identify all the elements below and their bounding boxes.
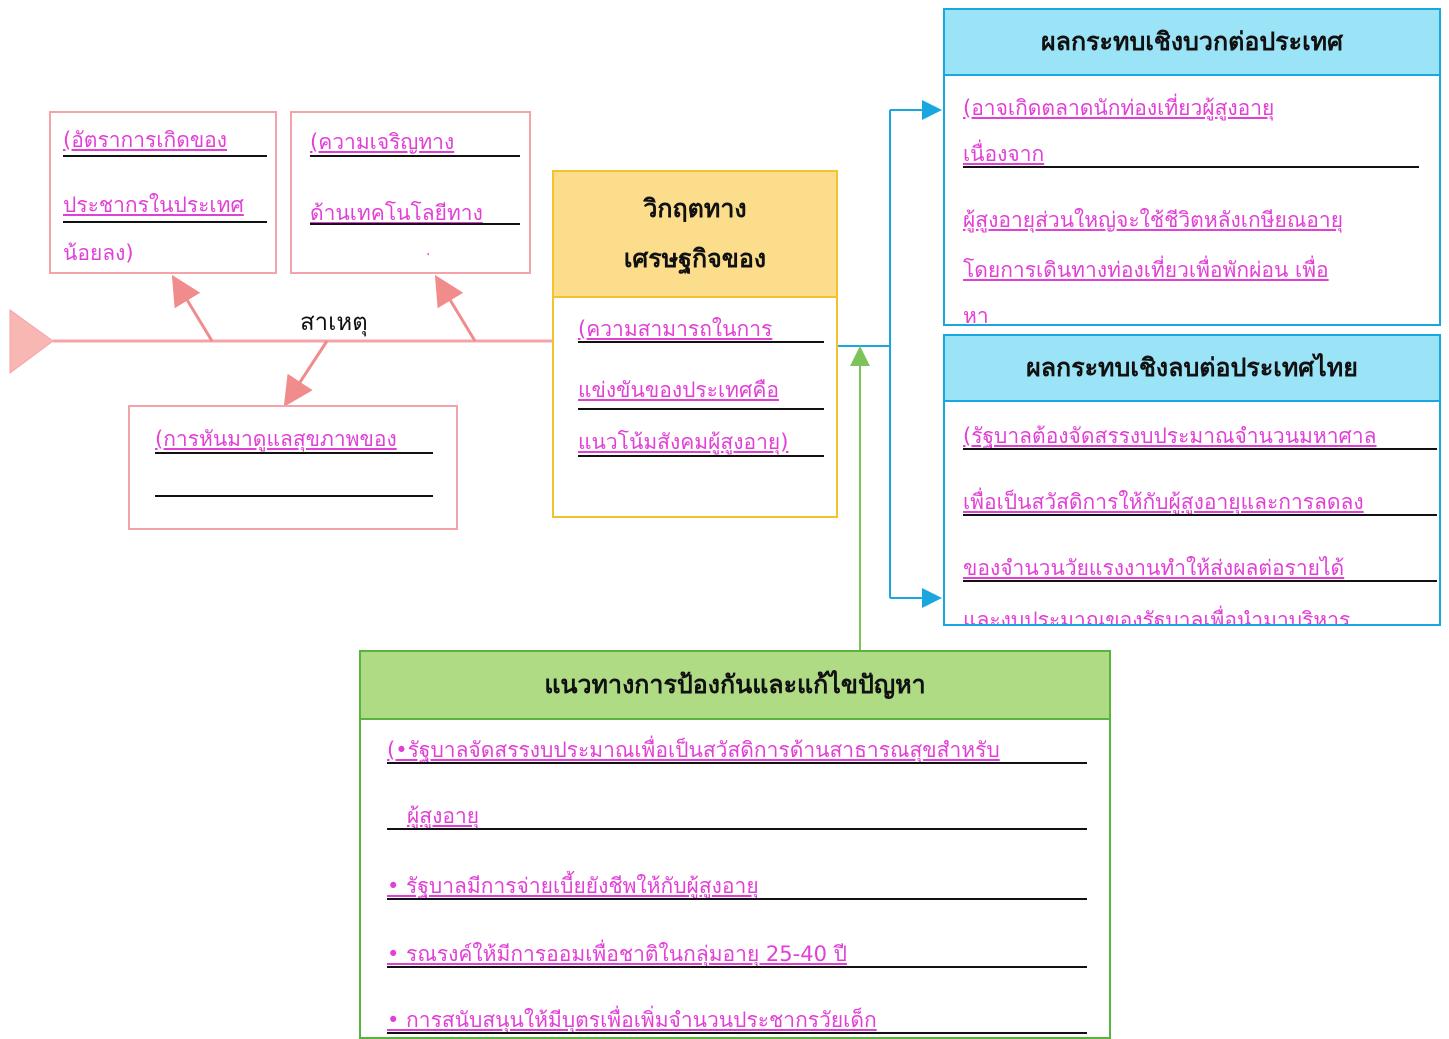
solution-line-2: ผู้สูงอายุ <box>407 804 480 828</box>
negative-line-2: เพื่อเป็นสวัสดิการให้กับผู้สูงอายุและการ… <box>963 490 1364 514</box>
cause-1-line-2: ประชากรในประเทศ <box>63 193 244 217</box>
positive-line-1: (อาจเกิดตลาดนักท่องเที่ยวผู้สูงอายุ <box>963 96 1275 120</box>
positive-line-5: หา <box>963 304 989 326</box>
problem-line-2: แข่งขันของประเทศคือ <box>578 378 779 402</box>
problem-title-line-2: เศรษฐกิจของ <box>623 244 767 273</box>
cause-box-1: (อัตราการเกิดของ ประชากรในประเทศ น้อยลง) <box>49 111 277 274</box>
cause-1-line-1: (อัตราการเกิดของ <box>63 128 228 152</box>
cause-box-2: (ความเจริญทาง ด้านเทคโนโลยีทาง . <box>290 111 531 274</box>
solution-title: แนวทางการป้องกันและแก้ไขปัญหา <box>361 652 1109 720</box>
cause-3-line-1: (การหันมาดูแลสุขภาพของ <box>155 427 397 451</box>
problem-title-line-1: วิกฤตทาง <box>643 194 747 223</box>
negative-line-1: (รัฐบาลต้องจัดสรรงบประมาณจำนวนมหาศาล <box>963 424 1377 448</box>
solution-box: แนวทางการป้องกันและแก้ไขปัญหา (•รัฐบาลจั… <box>359 650 1111 1039</box>
cause-1-line-3: น้อยลง) <box>63 241 134 265</box>
cause-box-3: (การหันมาดูแลสุขภาพของ <box>128 405 458 530</box>
cause-2-line-3: . <box>426 243 431 259</box>
problem-header: วิกฤตทาง เศรษฐกิจของ <box>554 172 836 298</box>
bone-to-cause-2 <box>434 274 477 342</box>
problem-box: วิกฤตทาง เศรษฐกิจของ (ความสามารถในการ แข… <box>552 170 838 518</box>
problem-line-3: แนวโน้มสังคมผู้สูงอายุ) <box>578 430 789 454</box>
positive-line-4: โดยการเดินทางท่องเที่ยวเพื่อพักผ่อน เพื่… <box>963 258 1329 282</box>
problem-line-1: (ความสามารถในการ <box>578 317 773 341</box>
solution-line-4: • รณรงค์ให้มีการออมเพื่อชาติในกลุ่มอายุ … <box>387 942 847 966</box>
cause-2-line-1: (ความเจริญทาง <box>310 130 455 154</box>
negative-effect-box: ผลกระทบเชิงลบต่อประเทศไทย (รัฐบาลต้องจัด… <box>943 334 1441 626</box>
negative-line-4: และงบประมาณของรัฐบาลเพื่อนำมาบริหาร <box>963 608 1351 626</box>
bone-to-cause-1 <box>171 274 214 342</box>
positive-line-3: ผู้สูงอายุส่วนใหญ่จะใช้ชีวิตหลังเกษียณอา… <box>963 208 1344 232</box>
solution-line-3: • รัฐบาลมีการจ่ายเบี้ยยังชีพให้กับผู้สูง… <box>387 874 759 898</box>
cause-label: สาเหตุ <box>300 308 368 336</box>
positive-effect-title: ผลกระทบเชิงบวกต่อประเทศ <box>945 10 1439 76</box>
negative-effect-title: ผลกระทบเชิงลบต่อประเทศไทย <box>945 336 1439 402</box>
solution-line-1: (•รัฐบาลจัดสรรงบประมาณเพื่อเป็นสวัสดิการ… <box>387 738 1000 762</box>
solution-line-5: • การสนับสนุนให้มีบุตรเพื่อเพิ่มจำนวนประ… <box>387 1008 877 1032</box>
positive-effect-box: ผลกระทบเชิงบวกต่อประเทศ (อาจเกิดตลาดนักท… <box>943 8 1441 326</box>
fishbone-tail <box>9 309 54 374</box>
bone-to-cause-3 <box>283 340 329 408</box>
negative-line-3: ของจำนวนวัยแรงงานทำให้ส่งผลต่อรายได้ <box>963 556 1345 580</box>
positive-line-2: เนื่องจาก <box>963 142 1045 166</box>
